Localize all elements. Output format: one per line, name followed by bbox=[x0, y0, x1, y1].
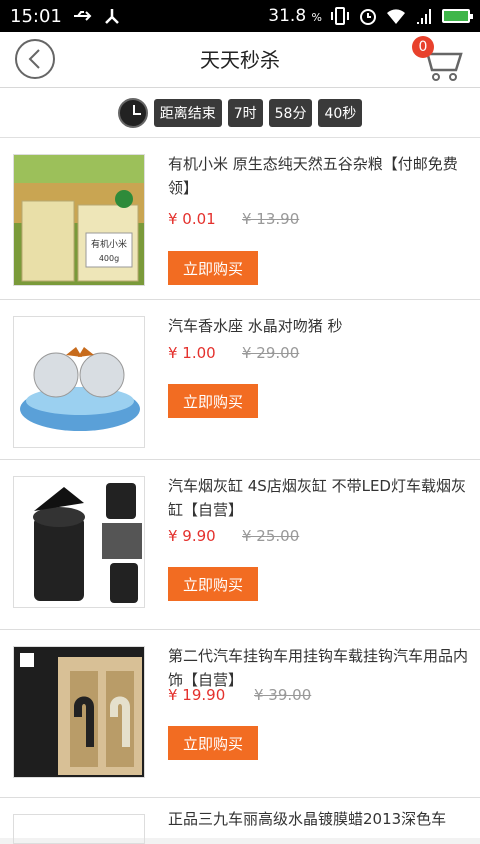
status-bar: 15:01 31.8 % bbox=[0, 0, 480, 32]
countdown-minutes: 58分 bbox=[268, 98, 313, 127]
alarm-icon bbox=[360, 9, 376, 25]
product-image-millet[interactable]: 有机小米 400g bbox=[13, 154, 145, 286]
countdown-hours: 7时 bbox=[227, 98, 263, 127]
status-time: 15:01 bbox=[10, 5, 62, 27]
product-item[interactable]: 汽车烟灰缸 4S店烟灰缸 不带LED灯车载烟灰缸【自营】 ¥ 9.90 ¥ 25… bbox=[0, 460, 480, 630]
product-name[interactable]: 第二代汽车挂钩车用挂钩车载挂钩汽车用品内饰【自营】 bbox=[168, 644, 468, 692]
page-title: 天天秒杀 bbox=[200, 48, 280, 72]
image-sub: 400g bbox=[99, 254, 119, 263]
buy-now-button[interactable]: 立即购买 bbox=[168, 251, 258, 285]
signal-icon bbox=[417, 9, 431, 24]
battery-percent: 31.8 % bbox=[268, 6, 322, 26]
product-price: ¥ 0.01 bbox=[168, 210, 216, 228]
battery-icon bbox=[442, 9, 473, 23]
countdown-label: 距离结束 bbox=[153, 98, 222, 127]
product-image-ashtray[interactable] bbox=[13, 476, 145, 608]
buy-now-button[interactable]: 立即购买 bbox=[168, 726, 258, 760]
product-original-price: ¥ 29.00 bbox=[242, 344, 300, 362]
image-label: 有机小米 bbox=[91, 238, 127, 250]
product-name[interactable]: 正品三九车丽高级水晶镀膜蜡2013深色车 bbox=[168, 808, 446, 829]
product-image[interactable] bbox=[13, 814, 145, 844]
product-original-price: ¥ 13.90 bbox=[242, 210, 300, 228]
product-name[interactable]: 汽车烟灰缸 4S店烟灰缸 不带LED灯车载烟灰缸【自营】 bbox=[168, 474, 468, 522]
countdown-bar: 距离结束 7时 58分 40秒 bbox=[0, 88, 480, 138]
product-price: ¥ 1.00 bbox=[168, 344, 216, 362]
cart-badge: 0 bbox=[412, 36, 434, 58]
countdown-seconds: 40秒 bbox=[318, 98, 363, 127]
product-item[interactable]: 第二代汽车挂钩车用挂钩车载挂钩汽车用品内饰【自营】 ¥ 19.90 ¥ 39.0… bbox=[0, 630, 480, 798]
vibrate-icon bbox=[331, 7, 349, 25]
buy-now-button[interactable]: 立即购买 bbox=[168, 384, 258, 418]
product-original-price: ¥ 39.00 bbox=[254, 686, 312, 704]
share-icon bbox=[104, 9, 119, 24]
product-item[interactable]: 有机小米 400g 有机小米 原生态纯天然五谷杂粮【付邮免费领】 ¥ 0.01 … bbox=[0, 138, 480, 300]
product-price: ¥ 9.90 bbox=[168, 527, 216, 545]
usb-icon bbox=[73, 11, 92, 21]
product-image-perfume[interactable] bbox=[13, 316, 145, 448]
wifi-icon bbox=[387, 9, 405, 24]
product-image-hook[interactable] bbox=[13, 646, 145, 778]
product-name[interactable]: 汽车香水座 水晶对吻猪 秒 bbox=[168, 314, 468, 338]
product-item[interactable]: 汽车香水座 水晶对吻猪 秒 ¥ 1.00 ¥ 29.00 立即购买 bbox=[0, 300, 480, 460]
clock-icon bbox=[117, 97, 148, 128]
buy-now-button[interactable]: 立即购买 bbox=[168, 567, 258, 601]
product-item[interactable]: 正品三九车丽高级水晶镀膜蜡2013深色车 bbox=[0, 798, 480, 844]
cart-button[interactable]: 0 bbox=[412, 36, 466, 82]
product-original-price: ¥ 25.00 bbox=[242, 527, 300, 545]
product-list: 有机小米 400g 有机小米 原生态纯天然五谷杂粮【付邮免费领】 ¥ 0.01 … bbox=[0, 138, 480, 844]
header-bar: 天天秒杀 0 bbox=[0, 32, 480, 88]
product-price: ¥ 19.90 bbox=[168, 686, 226, 704]
product-name[interactable]: 有机小米 原生态纯天然五谷杂粮【付邮免费领】 bbox=[168, 152, 468, 200]
